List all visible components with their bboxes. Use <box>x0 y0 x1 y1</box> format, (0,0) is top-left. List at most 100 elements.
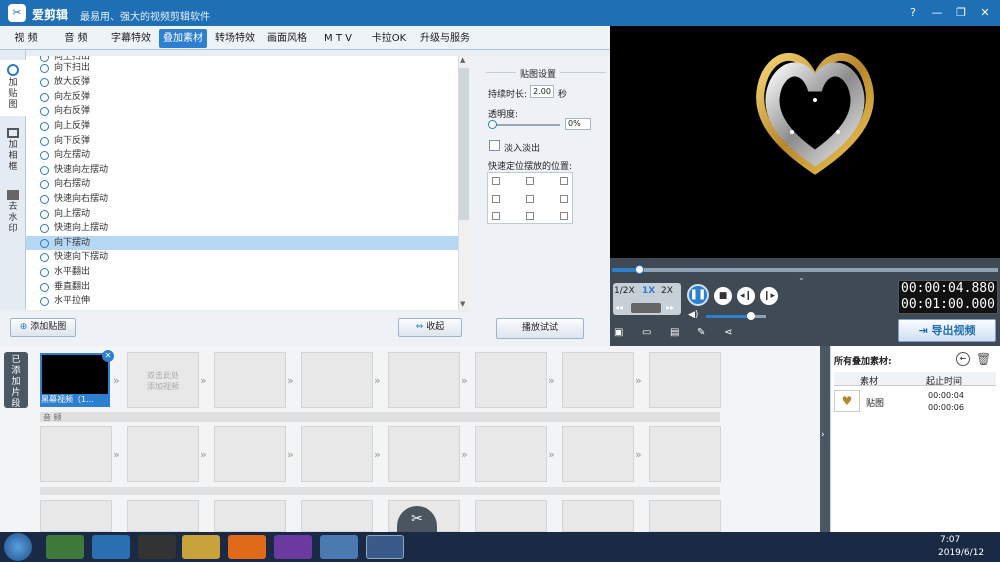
position-top-center[interactable] <box>526 177 534 185</box>
position-middle-left[interactable] <box>492 195 500 203</box>
clip-slot[interactable] <box>301 352 373 408</box>
add-sticker-button[interactable]: ⊕ 添加贴图 <box>10 318 76 337</box>
clip-slot[interactable] <box>562 500 634 532</box>
position-middle-right[interactable] <box>560 195 568 203</box>
chevron-right-icon[interactable]: › <box>821 430 825 440</box>
volume-handle[interactable] <box>747 312 755 320</box>
clip-slot[interactable] <box>562 352 634 408</box>
tab-upgrade[interactable]: 升级与服务 <box>416 29 474 48</box>
maximize-button[interactable]: ❐ <box>950 4 972 22</box>
clip-slot[interactable] <box>214 500 286 532</box>
fade-checkbox[interactable] <box>489 140 500 151</box>
clip-slot[interactable] <box>214 352 286 408</box>
duration-input[interactable]: 2.00 <box>530 85 554 98</box>
taskbar-app-icon[interactable] <box>92 535 130 559</box>
taskbar-folder-icon[interactable] <box>182 535 220 559</box>
list-item[interactable]: 快速向左摆动 <box>26 163 458 178</box>
list-item[interactable]: 向左摆动 <box>26 148 458 163</box>
stop-button[interactable]: ■ <box>714 287 732 305</box>
clip-slot[interactable] <box>475 500 547 532</box>
list-item[interactable]: 水平翻出 <box>26 265 458 280</box>
tab-karaoke[interactable]: 卡拉OK <box>366 29 412 48</box>
tab-styles[interactable]: 画面风格 <box>262 29 312 48</box>
snapshot-icon[interactable]: ▣ <box>614 327 623 338</box>
clip-slot[interactable] <box>649 500 721 532</box>
position-bottom-center[interactable] <box>526 212 534 220</box>
speed-normal[interactable]: 1X <box>642 286 655 296</box>
trash-icon[interactable]: 🗑 <box>976 352 991 366</box>
opacity-slider[interactable] <box>490 124 560 126</box>
list-item[interactable]: 向左反弹 <box>26 90 458 105</box>
position-center[interactable] <box>526 195 534 203</box>
collapse-button[interactable]: ⇔ 收起 <box>398 318 462 337</box>
list-item[interactable]: 向右反弹 <box>26 104 458 119</box>
opacity-slider-handle[interactable] <box>488 120 497 129</box>
scroll-down-icon[interactable]: ▼ <box>460 300 465 308</box>
list-item[interactable]: 快速向上摆动 <box>26 221 458 236</box>
side-tab-add-frame[interactable]: 加相框 <box>0 124 26 180</box>
close-button[interactable]: ✕ <box>974 4 996 22</box>
list-item[interactable]: 向右摆动 <box>26 177 458 192</box>
list-item[interactable]: 放大反弹 <box>26 75 458 90</box>
tab-transitions[interactable]: 转场特效 <box>210 29 260 48</box>
preview-test-button[interactable]: 播放试试 <box>496 318 584 339</box>
speed-half[interactable]: 1/2X <box>614 286 635 296</box>
speed-slider[interactable] <box>631 303 661 313</box>
audio-slot[interactable] <box>388 426 460 482</box>
taskbar-firefox-icon[interactable] <box>228 535 266 559</box>
list-item[interactable]: 快速向右摆动 <box>26 192 458 207</box>
list-item[interactable]: 快速向下摆动 <box>26 250 458 265</box>
list-item[interactable]: 向上摆动 <box>26 207 458 222</box>
open-folder-icon[interactable]: ▭ <box>642 327 651 338</box>
clip-slot[interactable] <box>388 352 460 408</box>
back-icon[interactable]: ← <box>956 352 970 366</box>
export-video-button[interactable]: ⇥ 导出视频 <box>898 319 996 342</box>
clip-slot[interactable] <box>127 500 199 532</box>
tab-video[interactable]: 视 频 <box>6 29 46 48</box>
side-tab-add-sticker[interactable]: 加贴图 <box>0 60 26 116</box>
sticker-thumbnail-icon[interactable]: ♥ <box>834 390 860 412</box>
help-button[interactable]: ? <box>902 4 924 22</box>
progress-bar[interactable] <box>612 268 998 272</box>
list-item[interactable]: 垂直翻出 <box>26 280 458 295</box>
next-frame-button[interactable]: ❙▸ <box>760 287 778 305</box>
list-item[interactable]: 水平拉伸 <box>26 294 458 309</box>
forward-icon[interactable]: ▸▸ <box>666 303 674 312</box>
audio-slot[interactable] <box>40 426 112 482</box>
list-item[interactable]: 向上反弹 <box>26 119 458 134</box>
audio-slot[interactable] <box>214 426 286 482</box>
side-tab-remove-watermark[interactable]: 去水印 <box>0 186 26 242</box>
progress-handle[interactable] <box>635 265 645 274</box>
expand-arrow-icon[interactable]: ⌄ <box>798 273 805 282</box>
clip-slot[interactable] <box>40 500 112 532</box>
taskbar-qq-icon[interactable] <box>138 535 176 559</box>
share-icon[interactable]: ⋖ <box>724 327 732 338</box>
taskbar-app-icon[interactable] <box>320 535 358 559</box>
tab-audio[interactable]: 音 频 <box>56 29 96 48</box>
position-top-left[interactable] <box>492 177 500 185</box>
save-icon[interactable]: ▤ <box>670 327 679 338</box>
taskbar-app-icon[interactable] <box>46 535 84 559</box>
rewind-icon[interactable]: ◂◂ <box>615 303 623 312</box>
audio-slot[interactable] <box>475 426 547 482</box>
remove-clip-icon[interactable]: ✕ <box>102 350 114 362</box>
clip-slot[interactable] <box>301 500 373 532</box>
speed-double[interactable]: 2X <box>661 286 673 296</box>
list-item[interactable]: 向下反弹 <box>26 134 458 149</box>
edit-icon[interactable]: ✎ <box>697 327 705 338</box>
list-scrollbar-thumb[interactable] <box>459 68 469 220</box>
start-button[interactable] <box>4 533 32 561</box>
position-top-right[interactable] <box>560 177 568 185</box>
taskbar-app-icon[interactable] <box>274 535 312 559</box>
list-item-selected[interactable]: 向下摆动 <box>26 235 458 251</box>
list-item[interactable]: 向下扫出 <box>26 61 458 76</box>
clip-slot[interactable] <box>649 352 721 408</box>
opacity-input[interactable]: 0% <box>565 118 591 130</box>
minimize-button[interactable]: — <box>926 4 948 22</box>
tab-overlay[interactable]: 叠加素材 <box>159 29 207 48</box>
tab-subtitle-effects[interactable]: 字幕特效 <box>106 29 156 48</box>
prev-frame-button[interactable]: ◂❙ <box>737 287 755 305</box>
taskbar-editor-icon[interactable] <box>366 535 404 559</box>
volume-icon[interactable]: ◀) <box>688 310 698 320</box>
audio-slot[interactable] <box>649 426 721 482</box>
